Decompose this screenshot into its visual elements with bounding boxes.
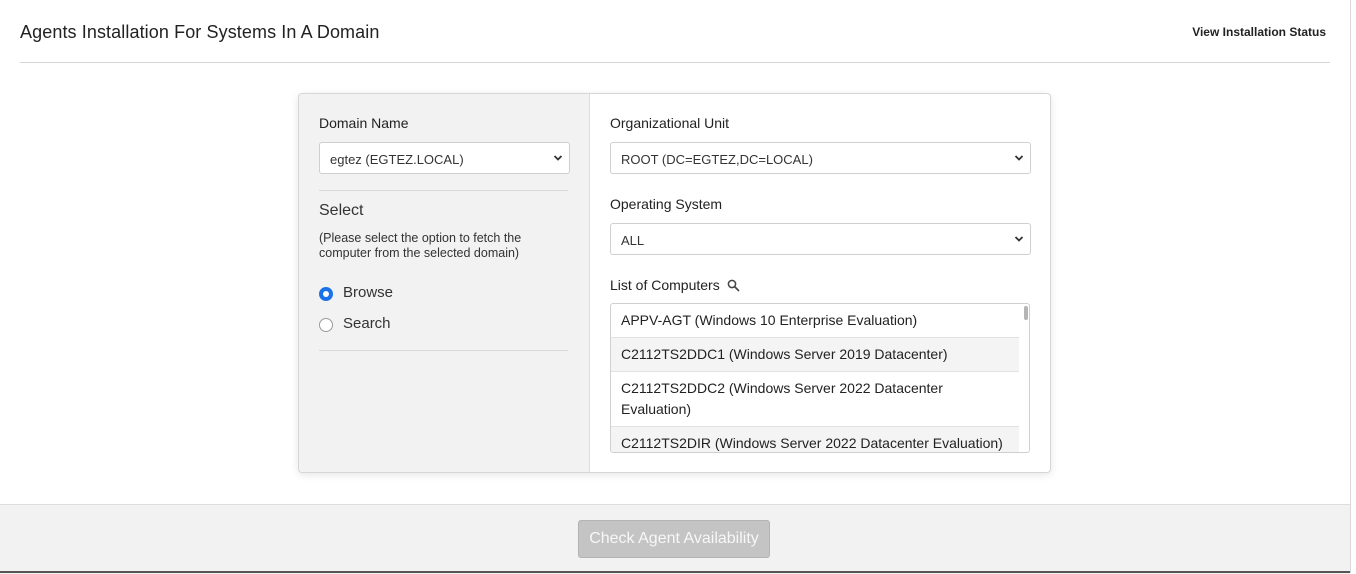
list-of-computers-label: List of Computers [610,277,740,293]
domain-name-label: Domain Name [319,115,409,131]
left-panel: Domain Name egtez (EGTEZ.LOCAL) Select (… [299,94,590,472]
operating-system-select[interactable]: ALL [610,223,1031,255]
divider [319,350,568,351]
operating-system-value: ALL [621,233,645,248]
browse-radio[interactable] [319,287,333,301]
organizational-unit-select[interactable]: ROOT (DC=EGTEZ,DC=LOCAL) [610,142,1031,174]
list-item[interactable]: C2112TS2DDC2 (Windows Server 2022 Datace… [611,372,1019,427]
search-radio[interactable] [319,318,333,332]
page-scrollbar[interactable] [1350,0,1356,573]
list-item[interactable]: C2112TS2DDC1 (Windows Server 2019 Datace… [611,338,1019,372]
check-agent-availability-button[interactable]: Check Agent Availability [578,520,770,558]
select-help-text: (Please select the option to fetch the c… [319,231,522,260]
list-of-computers-label-text: List of Computers [610,277,720,293]
operating-system-label: Operating System [610,196,723,212]
list-scrollbar[interactable] [1023,306,1028,452]
list-item[interactable]: APPV-AGT (Windows 10 Enterprise Evaluati… [611,304,1019,338]
search-icon[interactable] [727,279,740,292]
domain-name-value: egtez (EGTEZ.LOCAL) [330,152,464,167]
browse-radio-label: Browse [343,284,394,301]
search-radio-label: Search [343,315,391,332]
chevron-down-icon [1014,236,1024,242]
page-title: Agents Installation For Systems In A Dom… [20,22,380,42]
list-item[interactable]: C2112TS2DIR (Windows Server 2022 Datacen… [611,427,1019,452]
list-scrollbar-thumb[interactable] [1024,306,1028,320]
chevron-down-icon [553,155,563,161]
footer-bar: Check Agent Availability [0,504,1350,574]
right-panel: Organizational Unit ROOT (DC=EGTEZ,DC=LO… [590,94,1050,472]
domain-name-select[interactable]: egtez (EGTEZ.LOCAL) [319,142,570,174]
computers-list[interactable]: APPV-AGT (Windows 10 Enterprise Evaluati… [610,303,1030,453]
chevron-down-icon [1014,155,1024,161]
installation-card: Domain Name egtez (EGTEZ.LOCAL) Select (… [298,93,1051,473]
view-installation-status-link[interactable]: View Installation Status [1192,25,1326,39]
organizational-unit-label: Organizational Unit [610,115,730,131]
page-header: Agents Installation For Systems In A Dom… [20,0,1330,63]
select-heading: Select [319,202,364,219]
organizational-unit-value: ROOT (DC=EGTEZ,DC=LOCAL) [621,152,813,167]
divider [319,190,568,191]
